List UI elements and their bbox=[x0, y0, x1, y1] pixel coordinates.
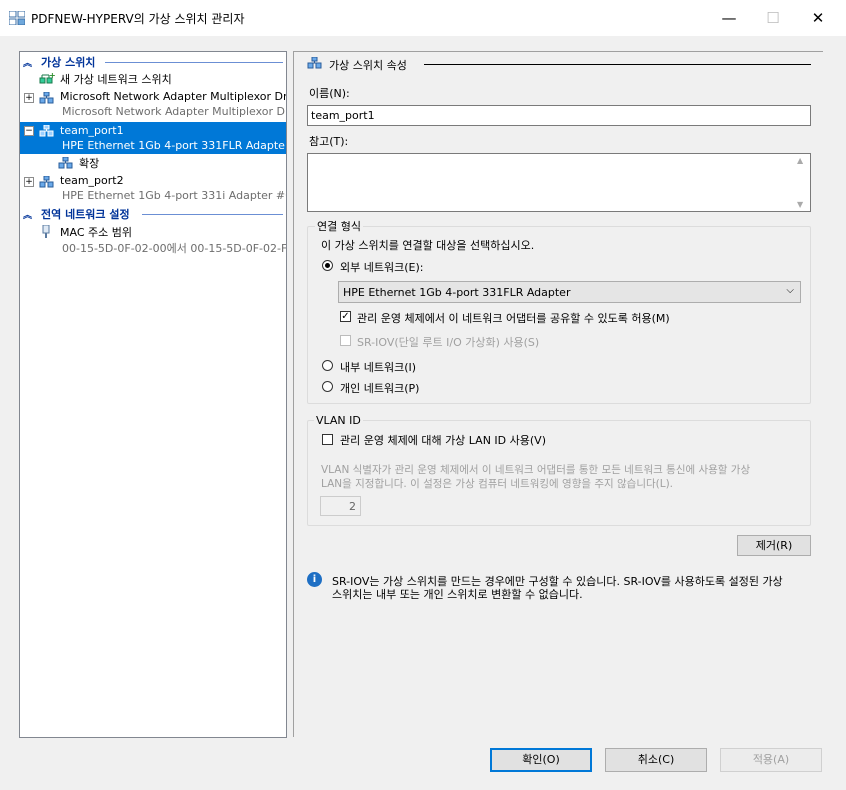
vlan-description-line1: VLAN 식별자가 관리 운영 체제에서 이 네트워크 어댑터를 통한 모든 네… bbox=[321, 464, 751, 476]
switch-multiplexor-adapter: Microsoft Network Adapter Multiplexor Dr… bbox=[62, 105, 286, 118]
close-button[interactable]: ✕ bbox=[795, 0, 841, 36]
connection-description: 이 가상 스위치를 연결할 대상을 선택하십시오. bbox=[321, 239, 535, 252]
mac-address-icon bbox=[42, 225, 50, 238]
scroll-up-icon[interactable]: ▲ bbox=[797, 156, 803, 165]
internal-network-radio[interactable] bbox=[322, 360, 333, 371]
sriov-label[interactable]: SR-IOV(단일 루트 I/O 가상화) 사용(S) bbox=[357, 334, 539, 350]
tree-item-extensions[interactable]: 확장 bbox=[20, 154, 286, 171]
tree-item-team-port1[interactable]: − team_port1 HPE Ethernet 1Gb 4-port 331… bbox=[20, 122, 286, 154]
collapse-chevron-icon[interactable]: ︽ bbox=[23, 208, 32, 221]
vlan-description-line2: LAN을 지정합니다. 이 설정은 가상 컴퓨터 네트워킹에 영향을 주지 않습… bbox=[321, 478, 674, 490]
allow-mgmt-checkbox[interactable]: ✓ bbox=[340, 311, 351, 322]
name-input[interactable]: team_port1 bbox=[307, 105, 811, 126]
notes-textarea[interactable]: ▲ ▼ bbox=[307, 153, 811, 212]
scroll-down-icon[interactable]: ▼ bbox=[797, 200, 803, 209]
vlan-enable-label[interactable]: 관리 운영 체제에 대해 가상 LAN ID 사용(V) bbox=[340, 432, 546, 448]
network-switch-icon bbox=[39, 176, 54, 188]
new-switch-icon: + bbox=[39, 72, 55, 84]
mac-range-label: MAC 주소 범위 bbox=[60, 226, 132, 239]
team-port2-adapter: HPE Ethernet 1Gb 4-port 331i Adapter #6 bbox=[62, 189, 286, 202]
notes-label: 참고(T): bbox=[309, 135, 349, 148]
info-text-line2: 스위치는 내부 또는 개인 스위치로 변환할 수 없습니다. bbox=[332, 588, 583, 601]
header-rule bbox=[424, 64, 811, 65]
section-global-network-label: 전역 네트워크 설정 bbox=[41, 208, 130, 221]
vlan-id-value: 2 bbox=[349, 500, 356, 513]
network-switch-icon bbox=[307, 57, 322, 69]
private-network-radio[interactable] bbox=[322, 381, 333, 392]
title-bar: PDFNEW-HYPERV의 가상 스위치 관리자 — ☐ ✕ bbox=[0, 0, 846, 36]
notes-scrollbar[interactable]: ▲ ▼ bbox=[794, 154, 810, 211]
expand-plus-icon[interactable]: + bbox=[24, 177, 34, 187]
minimize-button[interactable]: — bbox=[706, 0, 752, 36]
switch-manager-app-icon bbox=[9, 11, 25, 25]
switch-multiplexor-name: Microsoft Network Adapter Multiplexor Dr… bbox=[60, 90, 286, 103]
navigation-tree: ︽ 가상 스위치 + 새 가상 네트워크 스위치 + Microsoft Net… bbox=[19, 51, 287, 738]
new-switch-label: 새 가상 네트워크 스위치 bbox=[60, 73, 172, 86]
vlan-title: VLAN ID bbox=[314, 414, 363, 427]
collapse-minus-icon[interactable]: − bbox=[24, 126, 34, 136]
properties-header: 가상 스위치 속성 bbox=[329, 59, 407, 72]
team-port2-name: team_port2 bbox=[60, 174, 124, 187]
section-divider bbox=[105, 62, 283, 63]
section-divider bbox=[142, 214, 283, 215]
collapse-chevron-icon[interactable]: ︽ bbox=[23, 56, 32, 69]
ok-button[interactable]: 확인(O) bbox=[490, 748, 592, 772]
cancel-button[interactable]: 취소(C) bbox=[605, 748, 707, 772]
info-icon: i bbox=[307, 572, 322, 587]
name-label: 이름(N): bbox=[309, 87, 350, 100]
extensions-label: 확장 bbox=[79, 157, 100, 170]
allow-mgmt-label[interactable]: 관리 운영 체제에서 이 네트워크 어댑터를 공유할 수 있도록 허용(M) bbox=[357, 310, 670, 326]
team-port1-name: team_port1 bbox=[60, 124, 124, 137]
adapter-select-value: HPE Ethernet 1Gb 4-port 331FLR Adapter bbox=[343, 286, 571, 299]
connection-type-title: 연결 형식 bbox=[315, 218, 363, 234]
vlan-id-input[interactable]: 2 bbox=[320, 496, 361, 516]
mac-range-value: 00-15-5D-0F-02-00에서 00-15-5D-0F-02-FF bbox=[62, 242, 286, 255]
svg-text:+: + bbox=[49, 72, 55, 80]
tree-item-mac-range-sub[interactable]: 00-15-5D-0F-02-00에서 00-15-5D-0F-02-FF bbox=[20, 239, 286, 256]
network-switch-icon bbox=[39, 92, 54, 104]
chevron-down-icon[interactable]: ⌵ bbox=[786, 285, 794, 296]
external-network-label[interactable]: 외부 네트워크(E): bbox=[340, 259, 423, 275]
name-input-value: team_port1 bbox=[311, 109, 375, 122]
apply-button[interactable]: 적용(A) bbox=[720, 748, 822, 772]
tree-item-mac-range[interactable]: MAC 주소 범위 bbox=[20, 223, 286, 240]
section-virtual-switches-label: 가상 스위치 bbox=[41, 56, 96, 69]
tree-item-team-port2-sub[interactable]: HPE Ethernet 1Gb 4-port 331i Adapter #6 bbox=[20, 188, 286, 205]
team-port1-adapter: HPE Ethernet 1Gb 4-port 331FLR Adapter bbox=[62, 139, 286, 152]
window-title: PDFNEW-HYPERV의 가상 스위치 관리자 bbox=[31, 12, 245, 26]
adapter-select[interactable]: HPE Ethernet 1Gb 4-port 331FLR Adapter ⌵ bbox=[338, 281, 801, 303]
tree-item-new-switch[interactable]: + 새 가상 네트워크 스위치 bbox=[20, 70, 286, 87]
network-switch-icon bbox=[39, 125, 54, 137]
tree-item-switch-multiplexor-sub[interactable]: Microsoft Network Adapter Multiplexor Dr… bbox=[20, 104, 286, 121]
properties-panel: 가상 스위치 속성 이름(N): team_port1 참고(T): ▲ ▼ 연… bbox=[293, 51, 823, 737]
private-network-label[interactable]: 개인 네트워크(P) bbox=[340, 380, 419, 396]
expand-plus-icon[interactable]: + bbox=[24, 93, 34, 103]
vlan-enable-checkbox[interactable] bbox=[322, 434, 333, 445]
external-network-radio[interactable] bbox=[322, 260, 333, 271]
remove-button[interactable]: 제거(R) bbox=[737, 535, 811, 556]
extension-icon bbox=[58, 157, 73, 169]
maximize-button[interactable]: ☐ bbox=[750, 0, 796, 36]
internal-network-label[interactable]: 내부 네트워크(I) bbox=[340, 359, 416, 375]
sriov-checkbox[interactable] bbox=[340, 335, 351, 346]
